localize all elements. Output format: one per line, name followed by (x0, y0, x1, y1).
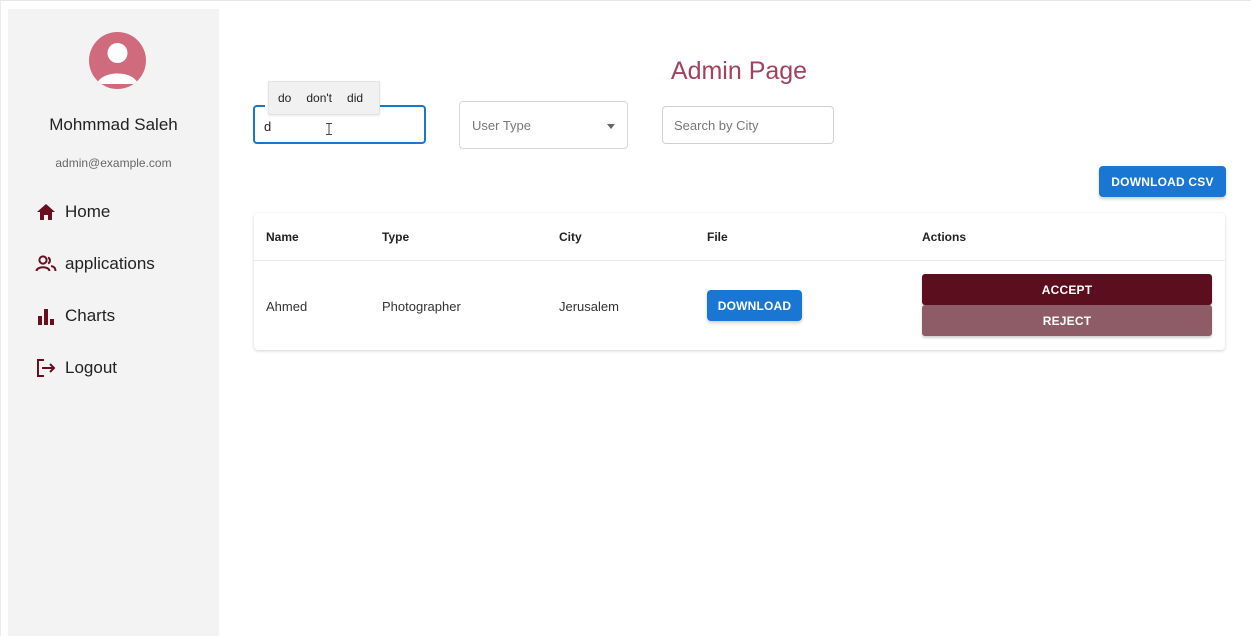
column-header-type: Type (382, 230, 410, 244)
suggestion-item[interactable]: do (278, 91, 291, 105)
user-type-select[interactable]: User Type (459, 101, 628, 149)
applications-table: Name Type City File Actions Ahmed Photog… (254, 213, 1225, 350)
text-cursor-icon (326, 122, 332, 135)
column-header-file: File (707, 230, 728, 244)
suggestion-item[interactable]: did (347, 91, 363, 105)
home-icon (35, 201, 57, 223)
accept-button[interactable]: ACCEPT (922, 274, 1212, 305)
user-avatar-icon (89, 32, 146, 89)
sidebar-item-logout[interactable]: Logout (35, 354, 117, 382)
cell-type: Photographer (382, 299, 461, 314)
sidebar: Mohmmad Saleh admin@example.com Home app… (8, 9, 219, 636)
download-csv-button[interactable]: DOWNLOAD CSV (1099, 166, 1226, 197)
autocomplete-suggestions: do don't did (268, 81, 380, 115)
search-name-value: d (264, 119, 272, 134)
column-header-name: Name (266, 230, 299, 244)
sidebar-item-home[interactable]: Home (35, 198, 110, 226)
column-header-actions: Actions (922, 230, 967, 244)
sidebar-item-label: Logout (65, 358, 117, 377)
chevron-down-icon (607, 124, 615, 129)
cell-city: Jerusalem (559, 299, 619, 314)
sidebar-item-label: Charts (65, 306, 116, 325)
users-icon (35, 253, 57, 275)
app-frame: Mohmmad Saleh admin@example.com Home app… (0, 0, 1251, 636)
search-city-input[interactable] (662, 106, 834, 144)
sidebar-item-label: applications (65, 254, 155, 273)
sidebar-item-label: Home (65, 202, 111, 221)
sidebar-item-applications[interactable]: applications (35, 250, 155, 278)
suggestion-item[interactable]: don't (306, 91, 332, 105)
logout-icon (35, 357, 57, 379)
user-type-placeholder: User Type (472, 118, 532, 133)
header-divider (254, 260, 1225, 261)
user-name: Mohmmad Saleh (49, 115, 178, 134)
column-header-city: City (559, 230, 582, 244)
user-email: admin@example.com (55, 156, 172, 170)
sidebar-item-charts[interactable]: Charts (35, 302, 115, 330)
download-file-button[interactable]: DOWNLOAD (707, 290, 802, 321)
cell-name: Ahmed (266, 299, 308, 314)
reject-button[interactable]: REJECT (922, 305, 1212, 336)
page-title: Admin Page (670, 57, 808, 85)
bar-chart-icon (35, 305, 57, 327)
